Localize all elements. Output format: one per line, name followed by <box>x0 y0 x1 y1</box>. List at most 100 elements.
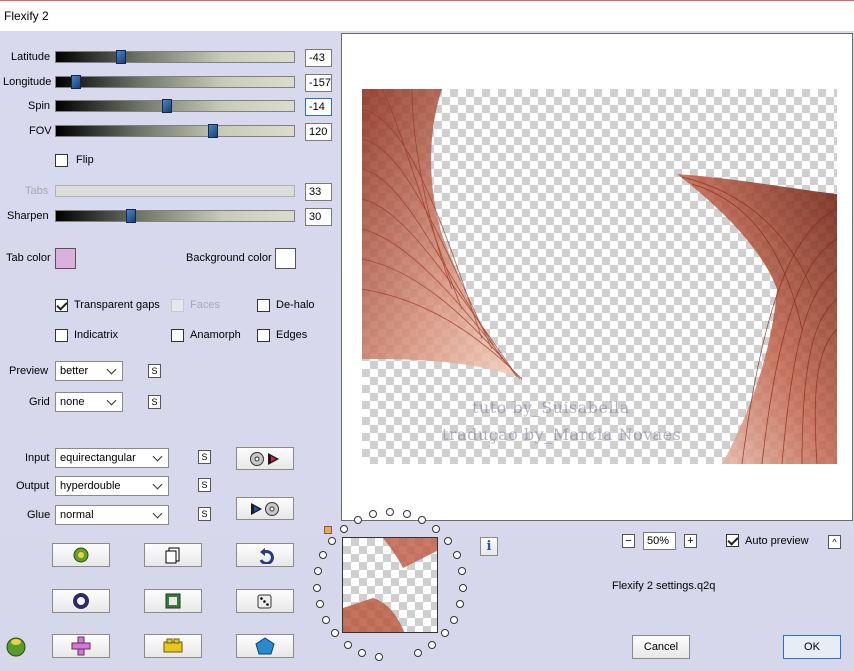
orbit-dot[interactable] <box>327 536 336 545</box>
pentagon-button[interactable] <box>236 634 294 658</box>
faces-label: Faces <box>190 299 220 311</box>
output-projection-button[interactable] <box>236 497 294 520</box>
sharpen-slider[interactable] <box>55 209 295 223</box>
background-color-label: Background color <box>186 252 272 264</box>
grid-label: Grid <box>29 396 50 408</box>
orbit-dot[interactable] <box>319 551 328 560</box>
input-projection-select[interactable]: equirectangular <box>55 448 169 468</box>
copy-button[interactable] <box>144 543 202 567</box>
ok-button[interactable]: OK <box>783 635 841 659</box>
thumbnail-preview[interactable] <box>342 537 438 633</box>
auto-preview-checkbox[interactable] <box>726 534 739 547</box>
orbit-dot[interactable] <box>315 600 324 609</box>
latitude-slider[interactable] <box>55 50 295 64</box>
plugin-logo-icon[interactable] <box>4 634 28 658</box>
orbit-dot[interactable] <box>440 629 449 638</box>
fov-slider-thumb[interactable] <box>208 124 218 138</box>
output-projection-value: hyperdouble <box>60 480 121 492</box>
indicatrix-checkbox[interactable] <box>55 329 68 342</box>
orbit-dot[interactable] <box>358 648 367 657</box>
orbit-dot[interactable] <box>428 640 437 649</box>
fov-slider[interactable] <box>55 124 295 138</box>
input-projection-button[interactable] <box>236 447 294 470</box>
fov-input[interactable]: 120 <box>305 123 332 141</box>
zoom-out-button[interactable]: − <box>622 534 635 548</box>
orbit-dot[interactable] <box>413 648 422 657</box>
expand-button[interactable]: ^ <box>828 535 841 549</box>
latitude-input[interactable]: -43 <box>305 49 332 67</box>
anamorph-checkbox[interactable] <box>171 329 184 342</box>
tabs-input[interactable]: 33 <box>305 183 332 201</box>
orbit-dot[interactable] <box>331 629 340 638</box>
orbit-dot[interactable] <box>444 536 452 545</box>
tabs-slider[interactable] <box>55 185 295 197</box>
orbit-dot[interactable] <box>374 653 383 662</box>
frame-button[interactable] <box>144 589 202 613</box>
title-bar: Flexify 2 <box>0 0 854 31</box>
brick-icon <box>163 638 183 653</box>
output-s-button[interactable]: S <box>198 478 211 492</box>
edges-checkbox[interactable] <box>257 329 270 342</box>
info-button[interactable]: i <box>480 537 498 556</box>
orbit-dot[interactable] <box>418 515 427 524</box>
orbit-dot[interactable] <box>457 566 466 575</box>
longitude-label: Longitude <box>3 76 52 88</box>
input-s-button[interactable]: S <box>198 450 211 464</box>
random-dice-button[interactable] <box>236 589 294 613</box>
background-color-swatch[interactable] <box>275 248 296 269</box>
zoom-in-button[interactable]: + <box>684 534 697 548</box>
transparent-gaps-label: Transparent gaps <box>74 299 160 311</box>
preview-area[interactable]: tuto by_Suisabella traduçao by_Marcia No… <box>341 33 853 521</box>
orbit-dot[interactable] <box>452 551 461 560</box>
preview-quality-value: better <box>60 365 89 377</box>
orbit-dot[interactable] <box>339 524 348 533</box>
cancel-button[interactable]: Cancel <box>632 635 690 659</box>
orbit-dot[interactable] <box>353 515 362 524</box>
faces-checkbox[interactable] <box>171 299 184 312</box>
preview-s-button[interactable]: S <box>148 364 161 378</box>
cross-icon <box>71 636 91 656</box>
spin-slider[interactable] <box>55 99 295 113</box>
longitude-slider-thumb[interactable] <box>71 75 81 89</box>
randomize-button[interactable] <box>52 543 110 567</box>
orbit-dot[interactable] <box>458 583 467 592</box>
longitude-slider[interactable] <box>55 75 295 89</box>
frame-icon <box>165 593 181 609</box>
orbit-dot[interactable] <box>450 615 459 624</box>
orbit-dot[interactable] <box>432 524 441 533</box>
spin-input[interactable]: -14 <box>305 98 332 116</box>
edges-label: Edges <box>276 329 308 341</box>
orbit-dot[interactable] <box>321 615 330 624</box>
preview-image: tuto by_Suisabella traduçao by_Marcia No… <box>362 89 837 464</box>
glue-select[interactable]: normal <box>55 505 169 525</box>
tab-color-swatch[interactable] <box>55 248 76 269</box>
cross-button[interactable] <box>52 634 110 658</box>
orbit-dot[interactable] <box>456 600 465 609</box>
grid-select[interactable]: none <box>55 392 123 412</box>
glue-s-button[interactable]: S <box>198 507 211 521</box>
orbit-dot[interactable] <box>386 508 394 516</box>
orbit-dot[interactable] <box>343 640 352 649</box>
spin-slider-thumb[interactable] <box>162 99 172 113</box>
flip-checkbox[interactable] <box>55 154 68 167</box>
sharpen-input[interactable]: 30 <box>305 208 332 226</box>
ring-button[interactable] <box>52 589 110 613</box>
thumbnail-drag-handle[interactable] <box>324 526 332 534</box>
watermark-line-2: traduçao by_Marcia Novaes <box>442 425 682 444</box>
preview-quality-select[interactable]: better <box>55 361 123 381</box>
transparent-gaps-checkbox[interactable] <box>55 299 68 312</box>
tabs-label: Tabs <box>25 185 49 197</box>
de-halo-checkbox[interactable] <box>257 299 270 312</box>
sharpen-slider-thumb[interactable] <box>126 209 136 223</box>
undo-icon <box>259 548 274 564</box>
longitude-input[interactable]: -157 <box>305 74 332 92</box>
latitude-slider-thumb[interactable] <box>116 50 126 64</box>
pentagon-icon <box>255 637 275 655</box>
output-projection-select[interactable]: hyperdouble <box>55 476 169 496</box>
brick-button[interactable] <box>144 634 202 658</box>
orbit-dot[interactable] <box>402 509 411 518</box>
undo-button[interactable] <box>236 543 294 567</box>
grid-s-button[interactable]: S <box>148 395 161 409</box>
orbit-dot[interactable] <box>314 566 323 575</box>
orbit-dot[interactable] <box>313 583 322 592</box>
